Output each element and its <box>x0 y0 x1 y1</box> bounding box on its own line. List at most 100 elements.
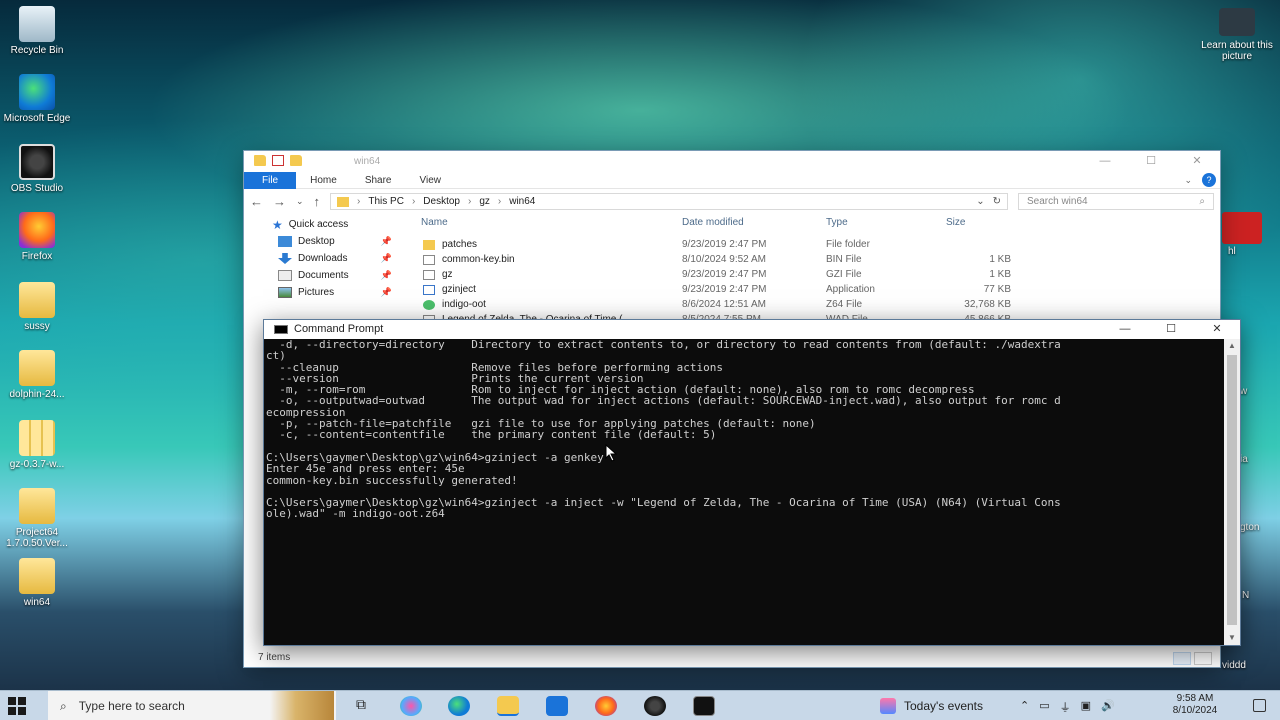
large-icons-view-button[interactable] <box>1194 652 1212 665</box>
help-icon[interactable]: ? <box>1202 173 1216 187</box>
search-input[interactable]: Search win64 ⌕ <box>1018 193 1214 210</box>
console-output[interactable]: -d, --directory=directory Directory to e… <box>266 339 1224 645</box>
cmd-taskbar-icon[interactable] <box>693 696 715 716</box>
desktop-icon-dolphin[interactable]: dolphin-24... <box>0 350 74 400</box>
scroll-up-icon[interactable]: ▲ <box>1224 339 1240 353</box>
minimize-button[interactable]: — <box>1102 320 1148 339</box>
explorer-titlebar: win64 — ☐ ✕ <box>244 151 1220 172</box>
volume-icon[interactable]: 🔊 <box>1101 699 1115 715</box>
address-bar-row: ← → ⌄ ↑ › This PC › Desktop › gz › win64… <box>244 189 1220 214</box>
firefox-taskbar-icon[interactable] <box>595 696 617 716</box>
column-size[interactable]: Size <box>946 217 965 228</box>
tab-view[interactable]: View <box>406 172 456 189</box>
pin-icon: 📌 <box>380 253 392 263</box>
address-box[interactable]: › This PC › Desktop › gz › win64 ⌄ ↻ <box>330 193 1008 210</box>
learn-about-picture[interactable]: Learn about this picture <box>1200 8 1274 62</box>
obs-taskbar-icon[interactable] <box>644 696 666 716</box>
details-view-button[interactable] <box>1173 652 1191 665</box>
search-placeholder: Type here to search <box>78 699 185 713</box>
properties-icon[interactable] <box>272 155 284 166</box>
desktop-icon-obs[interactable]: OBS Studio <box>0 144 74 194</box>
file-row[interactable]: gz 9/23/2019 2:47 PM GZI File 1 KB <box>409 267 1049 282</box>
desktop-icon-recycle-bin[interactable]: Recycle Bin <box>0 6 74 56</box>
clock-time: 9:58 AM <box>1176 693 1214 704</box>
scroll-down-icon[interactable]: ▼ <box>1224 631 1240 645</box>
forward-button[interactable]: → <box>273 194 286 209</box>
window-title: Command Prompt <box>294 323 384 335</box>
nav-quick-access[interactable]: ★ Quick access <box>272 216 404 233</box>
firefox-icon <box>19 212 55 248</box>
notification-icon[interactable] <box>1253 699 1266 712</box>
camera-icon <box>1219 8 1255 36</box>
tab-file[interactable]: File <box>244 171 297 189</box>
tab-home[interactable]: Home <box>296 172 351 189</box>
windows-start-icon[interactable] <box>8 697 26 715</box>
column-name[interactable]: Name <box>421 217 448 228</box>
mail-icon[interactable] <box>546 696 568 716</box>
cmd-titlebar: Command Prompt — ☐ ✕ <box>264 320 1240 339</box>
chevron-up-icon[interactable]: ⌃ <box>1020 699 1029 715</box>
pictures-icon <box>278 287 292 298</box>
close-button[interactable]: ✕ <box>1174 151 1220 172</box>
file-row[interactable]: common-key.bin 8/10/2024 9:52 AM BIN Fil… <box>409 252 1049 267</box>
meet-icon[interactable]: ▭ <box>1039 699 1049 715</box>
maximize-button[interactable]: ☐ <box>1128 151 1174 172</box>
new-folder-icon[interactable] <box>290 155 302 166</box>
breadcrumb-item[interactable]: gz <box>479 196 490 207</box>
maximize-button[interactable]: ☐ <box>1148 320 1194 339</box>
file-row[interactable]: patches 9/23/2019 2:47 PM File folder <box>409 237 1049 252</box>
desktop-icon-firefox[interactable]: Firefox <box>0 212 74 262</box>
copilot-icon[interactable] <box>400 696 422 716</box>
address-dropdown-icon[interactable]: ⌄ <box>976 196 984 207</box>
hl-app-icon[interactable] <box>1222 212 1262 244</box>
nav-item-downloads[interactable]: Downloads 📌 <box>272 250 404 267</box>
edge-taskbar-icon[interactable] <box>448 696 470 716</box>
network-icon[interactable]: ▣ <box>1081 699 1091 715</box>
file-size: 32,768 KB <box>964 299 1011 310</box>
folder-icon <box>19 282 55 318</box>
file-name: patches <box>442 239 478 250</box>
widgets-button[interactable]: Today's events <box>880 698 983 714</box>
scroll-thumb[interactable] <box>1227 355 1237 625</box>
column-date-modified[interactable]: Date modified <box>682 217 744 228</box>
breadcrumb-item[interactable]: This PC <box>368 196 404 207</box>
desktop-icon <box>278 236 292 247</box>
desktop-icon-gz-zip[interactable]: gz-0.3.7-w... <box>0 420 74 470</box>
desktop-icon-sussy[interactable]: sussy <box>0 282 74 332</box>
nav-item-desktop[interactable]: Desktop 📌 <box>272 233 404 250</box>
expand-ribbon-icon[interactable]: ⌄ <box>1184 175 1192 186</box>
desktop-icon-label: gz-0.3.7-w... <box>9 459 65 470</box>
file-row[interactable]: indigo-oot 8/6/2024 12:51 AM Z64 File 32… <box>409 297 1049 312</box>
nav-item-documents[interactable]: Documents 📌 <box>272 267 404 284</box>
breadcrumb-item[interactable]: win64 <box>509 196 535 207</box>
column-type[interactable]: Type <box>826 217 848 228</box>
task-view-icon[interactable]: ⧉ <box>350 696 372 716</box>
nav-label: Downloads <box>298 253 348 264</box>
file-row[interactable]: gzinject 9/23/2019 2:47 PM Application 7… <box>409 282 1049 297</box>
tab-share[interactable]: Share <box>351 172 406 189</box>
edge-icon <box>19 74 55 110</box>
file-type: File folder <box>826 239 870 250</box>
recent-locations-button[interactable]: ⌄ <box>296 196 304 207</box>
desktop-icon-edge[interactable]: Microsoft Edge <box>0 74 74 124</box>
usb-icon[interactable]: ⏚ <box>1060 699 1071 715</box>
taskbar-clock[interactable]: 9:58 AM 8/10/2024 <box>1164 693 1226 717</box>
ribbon-tabs: File Home Share View ⌄ ? <box>244 171 1220 189</box>
minimize-button[interactable]: — <box>1082 151 1128 172</box>
cmd-icon <box>274 325 288 334</box>
up-button[interactable]: ↑ <box>314 194 321 209</box>
desktop-icon-project64[interactable]: Project64 1.7.0.50.Ver... <box>0 488 74 549</box>
file-explorer-taskbar-icon[interactable] <box>497 696 519 716</box>
desktop-icon-label: Recycle Bin <box>10 45 64 56</box>
refresh-icon[interactable]: ↻ <box>993 196 1001 207</box>
breadcrumb-item[interactable]: Desktop <box>423 196 460 207</box>
download-icon <box>278 253 292 264</box>
file-date: 9/23/2019 2:47 PM <box>682 284 767 295</box>
search-placeholder: Search win64 <box>1027 196 1088 207</box>
nav-label: Desktop <box>298 236 335 247</box>
back-button[interactable]: ← <box>250 194 263 209</box>
cmd-scrollbar[interactable]: ▲ ▼ <box>1224 339 1240 645</box>
close-button[interactable]: ✕ <box>1194 320 1240 339</box>
nav-item-pictures[interactable]: Pictures 📌 <box>272 284 404 301</box>
desktop-icon-win64[interactable]: win64 <box>0 558 74 608</box>
